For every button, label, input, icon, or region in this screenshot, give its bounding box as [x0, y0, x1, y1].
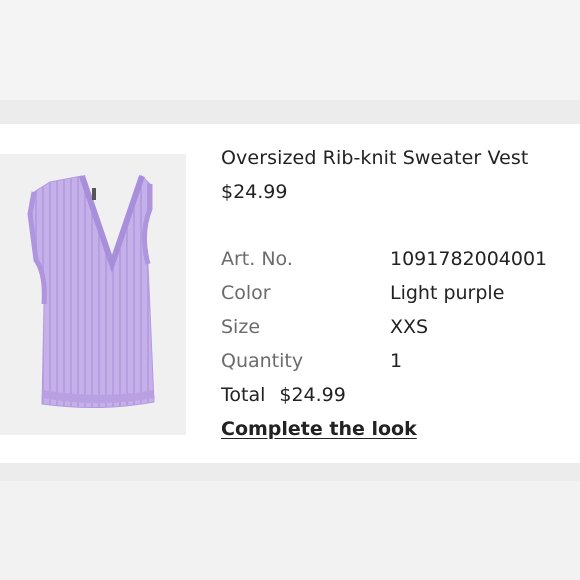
detail-label: Size	[221, 316, 261, 338]
detail-value: XXS	[390, 316, 429, 338]
detail-label: Art. No.	[221, 248, 293, 270]
product-name[interactable]: Oversized Rib-knit Sweater Vest	[221, 147, 528, 169]
top-background	[0, 0, 580, 100]
detail-row-quantity: Quantity 1	[221, 350, 571, 384]
detail-label: Quantity	[221, 350, 304, 372]
complete-the-look-link[interactable]: Complete the look	[221, 418, 417, 440]
detail-value: Light purple	[390, 282, 505, 304]
detail-row-size: Size XXS	[221, 316, 571, 350]
detail-label: Color	[221, 282, 271, 304]
product-price: $24.99	[221, 181, 288, 203]
detail-row-art-no: Art. No. 1091782004001	[221, 248, 571, 282]
total-label: Total	[221, 384, 266, 406]
order-total: Total $24.99	[221, 384, 346, 406]
product-image[interactable]	[0, 154, 186, 435]
top-divider	[0, 100, 580, 124]
bottom-background	[0, 481, 580, 580]
total-value: $24.99	[279, 384, 346, 406]
detail-value: 1	[390, 350, 403, 372]
product-details: Art. No. 1091782004001 Color Light purpl…	[221, 248, 571, 384]
bottom-divider	[0, 463, 580, 481]
detail-row-color: Color Light purple	[221, 282, 571, 316]
sweater-vest-image	[27, 175, 155, 409]
order-item-card: Oversized Rib-knit Sweater Vest $24.99 A…	[0, 124, 580, 463]
detail-value: 1091782004001	[390, 248, 548, 270]
